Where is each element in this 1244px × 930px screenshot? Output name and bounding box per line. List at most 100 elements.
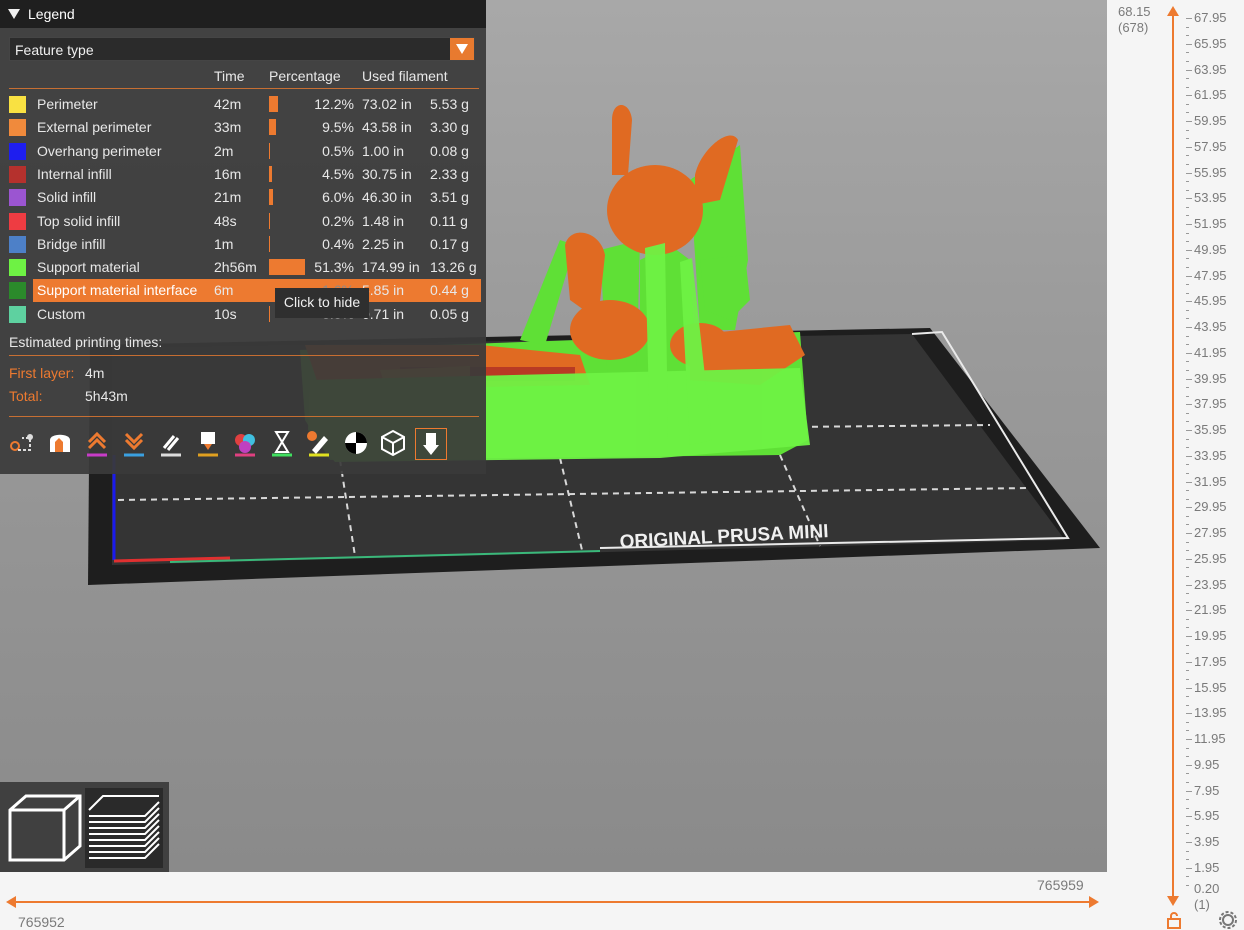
slider-tick [1186, 593, 1189, 595]
slider-top-layer: (678) [1118, 20, 1149, 35]
slider-tick-label: 67.95 [1194, 10, 1227, 25]
slider-tick [1186, 438, 1189, 440]
slider-tick [1186, 781, 1189, 783]
slider-tick [1186, 790, 1192, 792]
slider-tick [1186, 807, 1189, 809]
slider-tick [1186, 644, 1189, 646]
legend-row[interactable]: Support material 2h56m 51.3% 174.99 in 13.26… [0, 256, 486, 279]
slider-tick [1186, 232, 1189, 234]
legend-row[interactable]: Custom10s0.0%0.71 in0.05 g [0, 303, 486, 326]
legend-row[interactable]: Solid infill 21m 6.0% 46.30 in 3.51 g [0, 186, 486, 209]
legend-row[interactable]: Overhang perimeter 2m 0.5% 1.00 in 0.08 g [0, 140, 486, 163]
slider-tick [1186, 103, 1189, 105]
feature-label: Solid infill [37, 189, 97, 206]
feature-weight: 5.53 g [430, 96, 469, 112]
slider-tick [1186, 69, 1192, 71]
slider-tick [1186, 352, 1192, 354]
custom-gcode-icon[interactable] [304, 428, 334, 458]
color-swatch [9, 305, 26, 323]
slider-tick [1186, 163, 1189, 165]
collapse-triangle-icon[interactable] [8, 9, 20, 19]
deretractions-icon[interactable] [119, 428, 149, 458]
feature-weight: 0.05 g [430, 305, 469, 322]
pause-icon[interactable] [267, 428, 297, 458]
travel-icon[interactable] [8, 428, 38, 458]
shells-icon[interactable] [378, 428, 408, 458]
feature-length: 1.00 in [362, 142, 405, 159]
tool-marker-icon[interactable] [415, 428, 447, 460]
feature-label: Perimeter [37, 96, 98, 112]
slider-tick [1186, 601, 1189, 603]
first-layer-label: First layer: [9, 365, 75, 381]
slider-tick-label: 47.95 [1194, 267, 1227, 283]
view-type-select[interactable]: Feature type [9, 37, 475, 61]
slider-tick [1186, 344, 1189, 346]
slider-tick-label: 45.95 [1194, 293, 1227, 309]
color-swatch [9, 282, 26, 300]
slider-tick [1186, 550, 1189, 552]
slider-tick-label: 41.95 [1194, 344, 1227, 360]
slider-tick [1186, 584, 1192, 586]
feature-time: 42m [214, 96, 242, 112]
slider-tick-label: 13.95 [1194, 705, 1227, 721]
move-slider-track[interactable] [12, 901, 1094, 903]
slider-tick-label: 53.95 [1194, 190, 1227, 206]
legend-row[interactable]: Internal infill 16m 4.5% 30.75 in 2.33 g [0, 163, 486, 186]
legend-row[interactable]: External perimeter 33m 9.5% 43.58 in 3.30 g [0, 116, 486, 139]
slider-tick [1186, 266, 1189, 268]
slider-tick [1186, 764, 1192, 766]
move-slider-right-value: 765959 [1037, 877, 1084, 893]
slider-top-thumb-icon[interactable] [1167, 6, 1179, 16]
slider-tick [1186, 412, 1189, 414]
slider-tick [1186, 215, 1189, 217]
legend-header[interactable]: Legend [0, 0, 486, 28]
retractions-icon[interactable] [82, 428, 112, 458]
feature-percentage: 9.5% [322, 119, 354, 136]
legend-row[interactable]: Support material interface6m1.6%5.85 in0… [0, 279, 486, 303]
slider-bottom-thumb-icon[interactable] [1167, 896, 1179, 906]
feature-length: 46.30 in [362, 189, 412, 206]
layer-slider-track[interactable] [1172, 10, 1174, 900]
3d-viewport[interactable]: ORIGINAL PRUSA MINI Legend Feature type … [0, 0, 1107, 872]
lock-icon[interactable] [1165, 911, 1183, 929]
slider-tick [1186, 490, 1189, 492]
legend-row[interactable]: Top solid infill 48s 0.2% 1.48 in 0.11 g [0, 210, 486, 233]
percentage-bar [269, 282, 271, 299]
slider-tick-label: 27.95 [1194, 525, 1227, 540]
slider-tick [1186, 52, 1189, 54]
layers-view-button[interactable] [85, 788, 163, 868]
slider-tick [1186, 18, 1192, 19]
seams-icon[interactable] [156, 428, 186, 458]
legend-row[interactable]: Bridge infill 1m 0.4% 2.25 in 0.17 g [0, 233, 486, 256]
slider-tick [1186, 455, 1192, 457]
slider-tick-label: 57.95 [1194, 138, 1227, 154]
move-slider-right-thumb-icon[interactable] [1089, 896, 1099, 908]
percentage-bar [269, 305, 270, 322]
color-swatch [9, 189, 26, 207]
gear-icon[interactable] [1219, 911, 1237, 929]
feature-weight: 2.33 g [430, 165, 469, 182]
slider-tick-label: 43.95 [1194, 319, 1227, 334]
legend-row[interactable]: Perimeter 42m 12.2% 73.02 in 5.53 g [0, 93, 486, 116]
slider-tick [1186, 404, 1192, 406]
3d-view-icon[interactable] [6, 790, 84, 864]
feature-length: 174.99 in [362, 259, 420, 276]
slider-tick [1186, 859, 1189, 861]
wipe-icon[interactable] [45, 428, 75, 458]
slider-tick [1186, 653, 1189, 655]
legend-panel: Legend Feature type Time Percentage Used… [0, 0, 486, 474]
feature-weight: 3.30 g [430, 119, 469, 136]
center-of-gravity-icon[interactable] [341, 428, 371, 458]
slider-bottom-value: 0.20 [1194, 881, 1220, 896]
tool-changes-icon[interactable] [193, 428, 223, 458]
slider-tick [1186, 627, 1189, 629]
percentage-bar [269, 119, 276, 136]
column-percentage: Percentage [269, 68, 341, 84]
chevron-down-icon[interactable] [450, 38, 474, 60]
color-changes-icon[interactable] [230, 428, 260, 458]
feature-time: 48s [214, 212, 237, 229]
move-slider-left-thumb-icon[interactable] [6, 896, 16, 908]
slider-tick-label: 51.95 [1194, 216, 1227, 231]
slider-tick [1186, 430, 1192, 431]
feature-weight: 0.08 g [430, 142, 469, 159]
